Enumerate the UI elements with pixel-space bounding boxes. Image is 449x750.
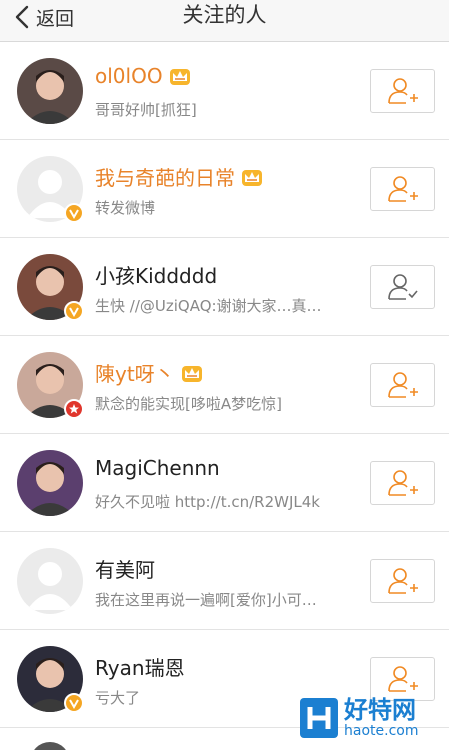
follow-button[interactable] — [370, 167, 435, 211]
user-name[interactable]: MagiChennn — [95, 456, 220, 480]
user-name[interactable]: 小孩Kiddddd — [95, 260, 217, 289]
vip-crown-icon — [242, 169, 262, 186]
person-add-icon — [387, 176, 418, 202]
user-name-text: ol0lOO — [95, 64, 163, 88]
user-latest-post: 亏大了 — [95, 689, 141, 707]
list-item[interactable]: 有美阿我在这里再说一遍啊[爱你]小可… — [0, 532, 449, 630]
vip-crown-icon — [181, 365, 202, 382]
h-logo-icon — [307, 707, 331, 729]
verified-badge — [64, 693, 84, 713]
list-item[interactable]: 小孩Kiddddd 生快 //@UziQAQ:谢谢大家…真… — [0, 238, 449, 336]
avatar[interactable] — [17, 58, 83, 124]
person-add-icon — [387, 470, 418, 496]
followed-button[interactable] — [370, 265, 435, 309]
user-name-text: 我与奇葩的日常 — [95, 166, 235, 190]
user-photo-icon — [17, 450, 83, 516]
user-name-text: 陳yt呀丶 — [95, 362, 175, 386]
watermark-title: 好特网 — [344, 696, 416, 724]
user-name-text: MagiChennn — [95, 456, 220, 480]
list-item[interactable]: ol0lOO 哥哥好帅[抓狂] — [0, 42, 449, 140]
default-avatar-icon — [17, 548, 83, 614]
follow-button[interactable] — [370, 69, 435, 113]
user-photo-icon — [17, 58, 83, 124]
user-latest-post: 转发微博 — [95, 199, 156, 217]
watermark-logo — [300, 698, 338, 738]
user-name[interactable]: Ryan瑞恩 — [95, 652, 185, 681]
user-name[interactable]: ol0lOO — [95, 64, 191, 88]
list-item[interactable]: 我与奇葩的日常转发微博 — [0, 140, 449, 238]
user-latest-post: 哥哥好帅[抓狂] — [95, 101, 197, 119]
user-latest-post: 我在这里再说一遍啊[爱你]小可… — [95, 591, 317, 609]
red-badge — [64, 399, 84, 419]
user-name[interactable]: 我与奇葩的日常 — [95, 162, 263, 191]
verified-badge — [64, 203, 84, 223]
verified-v-icon — [69, 307, 79, 317]
verified-v-icon — [69, 699, 79, 709]
list-item[interactable]: MagiChennn 好久不见啦 http://t.cn/R2WJL4k — [0, 434, 449, 532]
verified-badge — [64, 301, 84, 321]
verified-v-icon — [69, 209, 79, 219]
follow-button[interactable] — [370, 461, 435, 505]
following-list: ol0lOO 哥哥好帅[抓狂] 我与奇葩的日常转发微博小孩Kiddddd 生快 //@… — [0, 42, 449, 728]
navigation-bar: 返回 关注的人 — [0, 0, 449, 42]
vip-crown-icon — [169, 69, 190, 85]
user-name-text: 小孩Kiddddd — [95, 264, 218, 288]
user-latest-post: 生快 //@UziQAQ:谢谢大家…真… — [95, 297, 322, 315]
follow-button[interactable] — [370, 363, 435, 407]
avatar[interactable] — [17, 450, 83, 516]
watermark-url: haote.com — [344, 723, 419, 739]
watermark: 好特网 haote.com — [300, 690, 449, 746]
person-add-icon — [387, 78, 418, 104]
user-name[interactable]: 有美阿 — [95, 554, 155, 583]
person-check-icon — [387, 274, 418, 300]
user-latest-post: 默念的能实现[哆啦A梦吃惊] — [95, 395, 282, 413]
list-item[interactable]: 陳yt呀丶默念的能实现[哆啦A梦吃惊] — [0, 336, 449, 434]
user-latest-post: 好久不见啦 http://t.cn/R2WJL4k — [95, 493, 320, 511]
follow-button[interactable] — [370, 559, 435, 603]
page-title: 关注的人 — [182, 3, 267, 27]
user-name-text: Ryan瑞恩 — [95, 656, 185, 680]
user-name[interactable]: 陳yt呀丶 — [95, 358, 203, 387]
person-add-icon — [387, 568, 418, 594]
star-icon — [69, 404, 79, 414]
avatar — [30, 742, 70, 750]
user-name-text: 有美阿 — [95, 558, 155, 582]
avatar[interactable] — [17, 548, 83, 614]
person-add-icon — [387, 372, 418, 398]
